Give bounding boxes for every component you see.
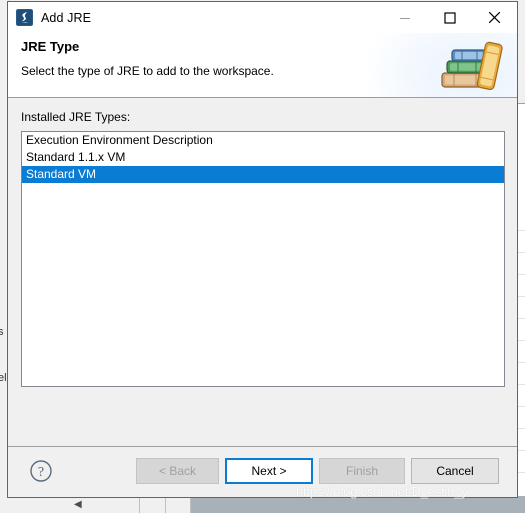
page-title: JRE Type (21, 39, 80, 54)
maximize-icon[interactable] (427, 2, 472, 33)
back-button[interactable]: < Back (136, 458, 219, 484)
page-description: Select the type of JRE to add to the wor… (21, 64, 274, 78)
next-button[interactable]: Next > (225, 458, 313, 484)
background-status-icon: ◀ (74, 499, 82, 510)
background-status-cell (166, 496, 191, 513)
svg-text:?: ? (38, 465, 44, 480)
finish-button[interactable]: Finish (319, 458, 405, 484)
window-controls (382, 2, 517, 33)
cancel-button[interactable]: Cancel (411, 458, 499, 484)
minimize-icon[interactable] (382, 2, 427, 33)
dialog-header: JRE Type Select the type of JRE to add t… (8, 33, 517, 98)
list-item[interactable]: Standard 1.1.x VM (22, 149, 504, 166)
background-left-text-2: el (0, 372, 7, 384)
dialog-titlebar[interactable]: Add JRE (8, 2, 517, 33)
close-icon[interactable] (472, 2, 517, 33)
background-left-text-1: s (0, 326, 4, 338)
list-item[interactable]: Standard VM (22, 166, 504, 183)
dialog-footer: ? < Back Next > Finish Cancel (8, 446, 517, 497)
dialog-body: Installed JRE Types: Execution Environme… (8, 98, 517, 446)
books-stack-icon (436, 37, 508, 95)
add-jre-dialog: Add JRE JRE Type Select the type of JRE … (7, 1, 518, 498)
installed-jre-types-label: Installed JRE Types: (21, 110, 131, 124)
background-status-cell (140, 496, 166, 513)
dialog-title: Add JRE (41, 10, 92, 25)
background-status-cell (0, 496, 140, 513)
list-item[interactable]: Execution Environment Description (22, 132, 504, 149)
jre-type-listbox[interactable]: Execution Environment Description Standa… (21, 131, 505, 387)
jre-app-icon (16, 9, 33, 26)
help-question-icon[interactable]: ? (29, 459, 53, 483)
